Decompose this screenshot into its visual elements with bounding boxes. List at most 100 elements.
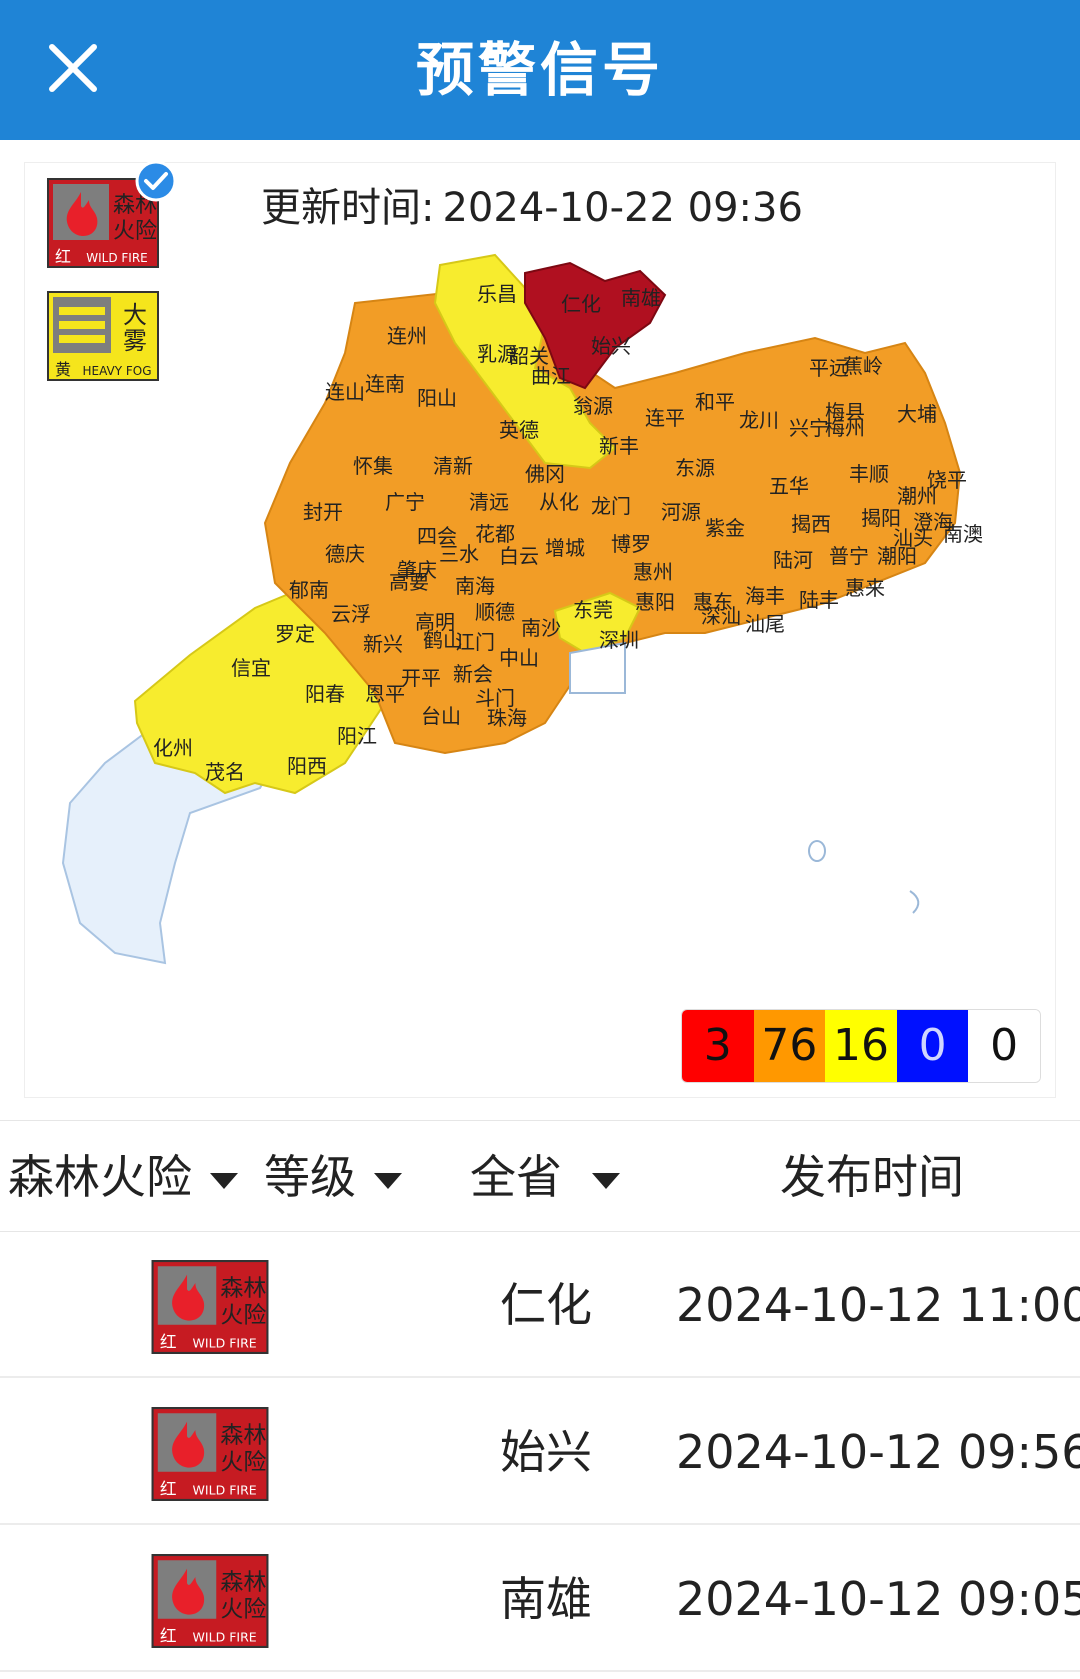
- map-label: 汕尾: [745, 612, 785, 636]
- map-label: 东源: [675, 456, 715, 480]
- chevron-down-icon: [374, 1172, 402, 1189]
- update-time: 更新时间: 2024-10-22 09:36: [261, 175, 803, 233]
- map-label: 陆丰: [799, 588, 839, 612]
- map-label: 深圳: [599, 628, 639, 652]
- map-label: 三水: [439, 542, 479, 566]
- fog-signal-level: 黄: [55, 360, 71, 379]
- map-label: 珠海: [487, 706, 527, 730]
- map-label: 广宁: [385, 490, 425, 514]
- map-label: 阳江: [337, 724, 377, 748]
- map-label: 连南: [365, 372, 405, 396]
- map-label: 陆河: [773, 548, 813, 572]
- map-label: 惠阳: [635, 590, 675, 614]
- map-label: 南海: [455, 574, 495, 598]
- map-label: 南沙: [521, 616, 561, 640]
- map-label: 连州: [387, 324, 427, 348]
- warning-row[interactable]: 森林 火险红 WILD FIRE 始兴 2024-10-12 09:56: [0, 1379, 1080, 1525]
- map-label: 兴宁: [789, 416, 829, 440]
- wildfire-signal-line2: 火险: [113, 219, 157, 244]
- map-label: 新丰: [599, 434, 639, 458]
- map-label: 恩平: [365, 682, 405, 706]
- map-label: 龙门: [591, 494, 631, 518]
- row-time: 2024-10-12 09:56: [676, 1425, 1080, 1479]
- map-label: 从化: [539, 490, 579, 514]
- map-label: 揭西: [791, 512, 831, 536]
- row-signal-line1: 森林: [220, 1423, 266, 1449]
- count-blue: 0: [896, 1010, 969, 1082]
- row-region: 始兴: [500, 1425, 592, 1479]
- map-label: 台山: [421, 704, 461, 728]
- filter-bar: 森林火险 等级 全省 发布时间: [0, 1120, 1080, 1232]
- map-label: 潮州: [897, 484, 937, 508]
- map-label: 江门: [455, 630, 495, 654]
- map-label: 封开: [303, 500, 343, 524]
- map-label: 云浮: [331, 602, 371, 626]
- count-white: 0: [968, 1010, 1040, 1082]
- map-label: 南澳: [943, 522, 983, 546]
- update-time-value: 2024-10-22 09:36: [442, 185, 803, 231]
- map-label: 和平: [695, 390, 735, 414]
- filter-type-dropdown[interactable]: 森林火险: [8, 1121, 238, 1233]
- close-icon[interactable]: [38, 33, 108, 103]
- row-region: 仁化: [500, 1278, 592, 1332]
- map-label: 翁源: [573, 394, 613, 418]
- row-signal-english: WILD FIRE: [193, 1630, 257, 1645]
- row-signal-english: WILD FIRE: [193, 1483, 257, 1498]
- map-label: 顺德: [475, 600, 515, 624]
- warning-row[interactable]: 森林 火险红 WILD FIRE 南雄 2024-10-12 09:05: [0, 1526, 1080, 1672]
- map-label: 连平: [645, 406, 685, 430]
- map-label: 信宜: [231, 656, 271, 680]
- map-label: 龙川: [739, 408, 779, 432]
- fog-signal-english: HEAVY FOG: [82, 364, 151, 378]
- map-label: 博罗: [611, 532, 651, 556]
- map-label: 惠州: [633, 560, 673, 584]
- map-label: 紫金: [705, 516, 745, 540]
- map-label: 怀集: [353, 454, 393, 478]
- row-signal-line1: 森林: [220, 1276, 266, 1302]
- selected-check-icon: [135, 160, 177, 202]
- map-label: 中山: [499, 646, 539, 670]
- map-label: 化州: [153, 736, 193, 760]
- publish-time-header: 发布时间: [780, 1150, 964, 1204]
- count-yellow: 16: [825, 1010, 897, 1082]
- map-label: 潮阳: [877, 544, 917, 568]
- warning-count-legend: 3 76 16 0 0: [681, 1009, 1041, 1083]
- row-signal-english: WILD FIRE: [193, 1336, 257, 1351]
- map-label: 梅州: [825, 416, 865, 440]
- map-label: 河源: [661, 500, 701, 524]
- wildfire-red-signal-icon: 森林 火险红 WILD FIRE: [150, 1554, 270, 1652]
- filter-type-label: 森林火险: [8, 1150, 192, 1204]
- heavy-fog-yellow-signal[interactable]: 大 雾 黄 HEAVY FOG: [47, 291, 159, 385]
- map-label: 茂名: [205, 760, 245, 784]
- map-label: 始兴: [591, 334, 631, 358]
- page-title: 预警信号: [415, 36, 664, 104]
- wildfire-red-signal-icon: 森林 火险红 WILD FIRE: [150, 1260, 270, 1358]
- map-label: 开平: [401, 666, 441, 690]
- guangdong-warning-map[interactable]: 乐昌 仁化 南雄连州乳源韶关 始兴连南连山 阳山曲江 平远蕉岭翁源英德 连平和平龙川 兴宁梅县…: [25, 163, 1057, 1099]
- map-label: 郁南: [289, 578, 329, 602]
- map-label: 德庆: [325, 542, 365, 566]
- filter-region-dropdown[interactable]: 全省: [470, 1121, 620, 1233]
- map-label: 乐昌: [477, 282, 517, 306]
- map-label: 五华: [769, 474, 809, 498]
- warning-row[interactable]: 森林 火险红 WILD FIRE 仁化 2024-10-12 11:00: [0, 1232, 1080, 1378]
- map-label: 大埔: [897, 402, 937, 426]
- map-label: 增城: [545, 536, 585, 560]
- heavy-fog-signal-icon: 大 雾 黄 HEAVY FOG: [47, 291, 159, 381]
- update-time-label: 更新时间:: [261, 185, 435, 231]
- map-label: 仁化: [561, 292, 601, 316]
- row-signal-line2: 火险: [220, 1450, 266, 1476]
- map-label: 罗定: [275, 622, 315, 646]
- map-label: 阳西: [287, 754, 327, 778]
- map-label: 清远: [469, 490, 509, 514]
- map-label: 新兴: [363, 632, 403, 656]
- wildfire-red-signal[interactable]: 森林 火险 红 WILD FIRE: [47, 160, 177, 272]
- map-label: 惠来: [845, 576, 885, 600]
- map-label: 东莞: [573, 598, 613, 622]
- filter-level-dropdown[interactable]: 等级: [264, 1121, 402, 1233]
- row-signal-level: 红: [160, 1626, 177, 1646]
- map-label: 白云: [499, 544, 539, 568]
- map-label: 蕉岭: [843, 354, 883, 378]
- filter-level-label: 等级: [264, 1150, 356, 1204]
- map-label: 阳春: [305, 682, 345, 706]
